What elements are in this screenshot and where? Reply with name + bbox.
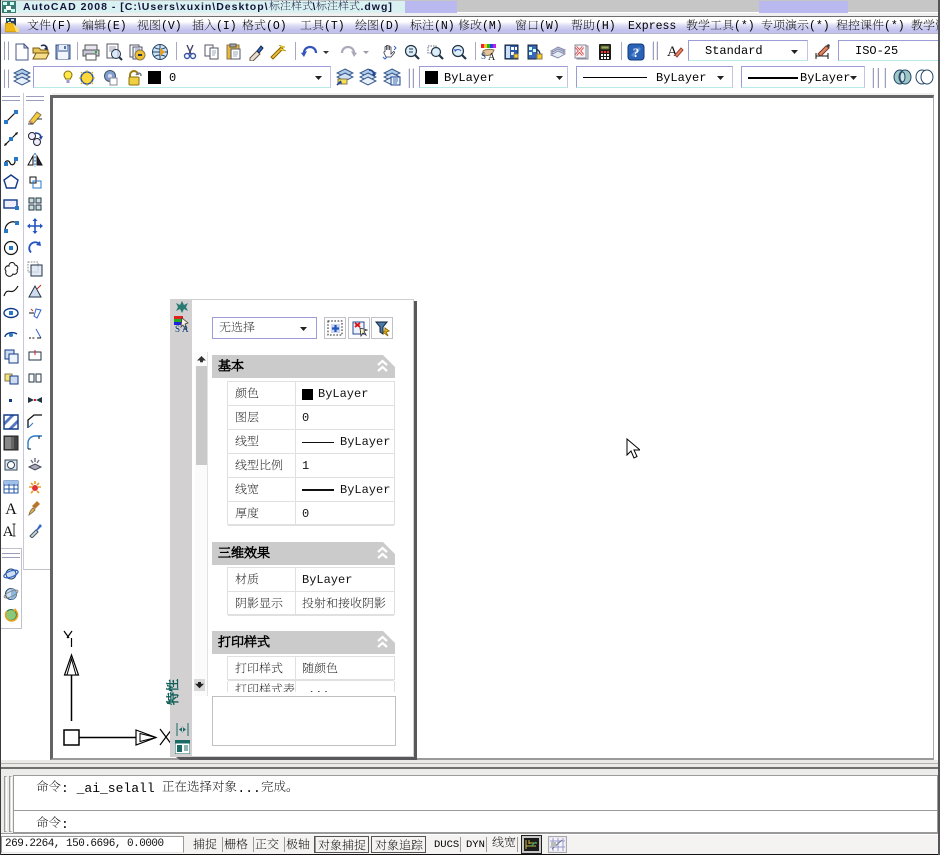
svg-text:A: A: [182, 324, 189, 333]
svg-text:S: S: [175, 324, 180, 333]
svg-text:A: A: [667, 44, 678, 60]
svg-text:S: S: [481, 51, 486, 61]
svg-text:?: ?: [633, 45, 640, 60]
svg-text:A: A: [3, 524, 14, 538]
svg-text:A: A: [488, 52, 496, 61]
svg-text:A: A: [5, 501, 17, 516]
